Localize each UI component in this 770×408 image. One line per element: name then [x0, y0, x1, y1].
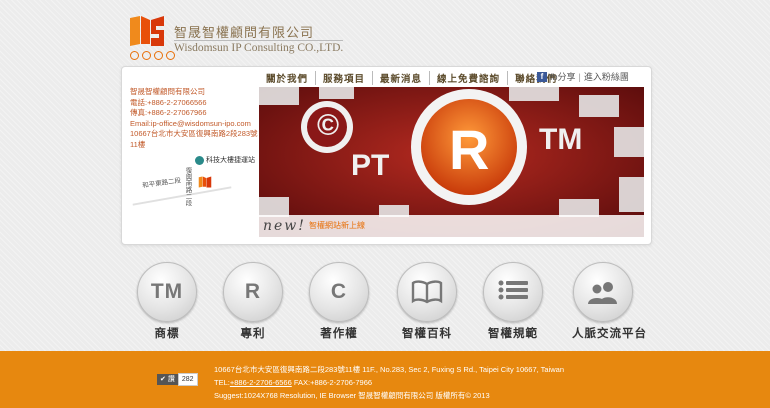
hero-banner[interactable]: © PT R TM new! 智權網站新上線 [259, 87, 644, 237]
nav-news[interactable]: 最新消息 [373, 71, 431, 85]
footer-address: 10667台北市大安區復興南路二段283號11樓 11F., No.283, S… [214, 365, 565, 374]
mrt-station: 科技大樓捷運站 [195, 155, 255, 165]
service-label[interactable]: 人脈交流平台 [572, 325, 646, 341]
banner-tm-text: TM [539, 123, 583, 156]
people-icon[interactable] [573, 262, 633, 322]
nav-about[interactable]: 關於我們 [259, 71, 317, 85]
c-icon[interactable]: C [309, 262, 369, 322]
service-networking[interactable]: 人脈交流平台 [572, 262, 646, 341]
service-encyclopedia[interactable]: 智權百科 [396, 262, 458, 341]
footer-copyright: Suggest:1024X768 Resolution, IE Browser … [214, 391, 490, 400]
banner-r-text: R [449, 118, 490, 181]
service-label[interactable]: 智權百科 [396, 325, 458, 341]
banner-copyright-text: © [317, 109, 340, 142]
new-label: new! [263, 218, 306, 234]
logo-name-cn: 智晟智權顧問有限公司 [174, 26, 315, 41]
contact-address: 10667台北市大安區復興南路2段283號11樓 [130, 129, 258, 149]
service-trademark[interactable]: TM 商標 [136, 262, 198, 341]
service-label[interactable]: 智權規範 [482, 325, 544, 341]
service-regulations[interactable]: 智權規範 [482, 262, 544, 341]
tm-icon[interactable]: TM [137, 262, 197, 322]
service-label[interactable]: 商標 [136, 325, 198, 341]
list-icon[interactable] [483, 262, 543, 322]
r-icon[interactable]: R [223, 262, 283, 322]
map-road-fuxing: 復興南路二段 [184, 167, 191, 206]
service-label[interactable]: 專利 [222, 325, 284, 341]
contact-company: 智晟智權顧問有限公司 [130, 87, 205, 96]
fb-fans-link[interactable]: 進入粉絲團 [584, 70, 629, 83]
contact-email[interactable]: Email:ip-office@wisdomsun-ipo.com [130, 119, 258, 130]
like-widget[interactable]: ✔ 讚 282 [157, 373, 198, 386]
nav-services[interactable]: 服務項目 [316, 71, 374, 85]
nav-consult[interactable]: 線上免費諮詢 [430, 71, 509, 85]
facebook-icon[interactable]: f [537, 71, 547, 82]
book-icon[interactable] [397, 262, 457, 322]
map-road-heping: 和平東路二段 [141, 177, 182, 190]
contact-info: 智晟智權顧問有限公司 電話:+886-2-27066566 傳真:+886-2-… [130, 87, 258, 151]
contact-fax: 傳真:+886-2-27067966 [130, 108, 207, 118]
service-links: TM 商標 R 專利 C 著作權 智權百科 智權規範 人脈交流平台 [136, 262, 656, 342]
like-count: 282 [177, 373, 198, 386]
fb-share-link[interactable]: fb分享 [550, 70, 576, 83]
logo-mark-icon [130, 16, 164, 46]
logo-small-icons [130, 51, 175, 60]
logo-name-en: Wisdomsun IP Consulting CO.,LTD. [174, 40, 344, 54]
footer-info: 10667台北市大安區復興南路二段283號11樓 11F., No.283, S… [214, 363, 564, 402]
news-ticker[interactable]: new! 智權網站新上線 [259, 215, 644, 237]
service-label[interactable]: 著作權 [308, 325, 370, 341]
phone-icon [130, 51, 139, 60]
mrt-station-label: 科技大樓捷運站 [206, 157, 255, 164]
site-logo[interactable]: 智晟智權顧問有限公司 Wisdomsun IP Consulting CO.,L… [128, 14, 344, 64]
news-headline[interactable]: 智權網站新上線 [309, 220, 365, 231]
map-logo-icon [198, 176, 212, 188]
fb-links: f fb分享 | 進入粉絲團 [537, 70, 629, 83]
banner-pt-text: PT [351, 149, 390, 182]
service-patent[interactable]: R 專利 [222, 262, 284, 341]
footer-contact: TEL:+886-2-2706-6566 FAX:+886-2-2706-796… [214, 378, 373, 387]
footer-tel-link[interactable]: +886-2-2706-6566 [230, 378, 292, 387]
footer-fax: FAX:+886-2-2706-7966 [291, 378, 373, 387]
like-button[interactable]: ✔ 讚 [157, 374, 178, 385]
service-copyright[interactable]: C 著作權 [308, 262, 370, 341]
map-icon [154, 51, 163, 60]
main-nav: 關於我們 服務項目 最新消息 線上免費諮詢 聯絡我們 [259, 70, 564, 86]
main-panel: 關於我們 服務項目 最新消息 線上免費諮詢 聯絡我們 f fb分享 | 進入粉絲… [121, 66, 652, 245]
metro-icon [195, 155, 204, 165]
contact-phone: 電話:+886-2-27066566 [130, 97, 207, 107]
mail-icon [142, 51, 151, 60]
